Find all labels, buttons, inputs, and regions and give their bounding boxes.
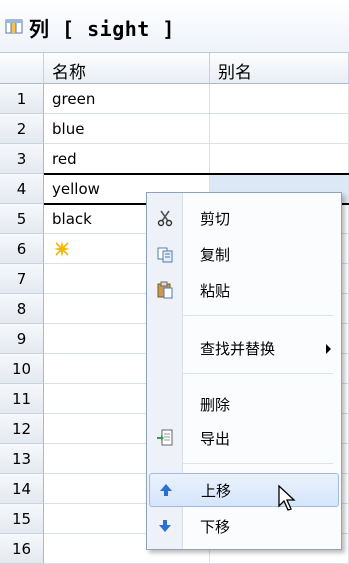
- row-number[interactable]: 3: [0, 144, 44, 174]
- active-row-border: [44, 173, 349, 175]
- menu-item-export[interactable]: 导出: [147, 421, 341, 455]
- menu-separator: [183, 463, 333, 464]
- row-number[interactable]: 12: [0, 414, 44, 444]
- menu-item-paste[interactable]: 粘贴: [147, 273, 341, 307]
- row-number[interactable]: 1: [0, 84, 44, 114]
- row-number[interactable]: 14: [0, 474, 44, 504]
- export-icon: [157, 429, 173, 446]
- row-number[interactable]: 15: [0, 504, 44, 534]
- row-number[interactable]: 16: [0, 534, 44, 564]
- cell-alias[interactable]: [210, 144, 349, 174]
- column-header-name[interactable]: 名称: [44, 53, 210, 84]
- submenu-arrow-icon: [326, 344, 331, 354]
- window-titlebar: 列 [ sight ]: [0, 0, 349, 53]
- arrow-down-icon: [159, 520, 171, 532]
- cell-alias[interactable]: [210, 84, 349, 114]
- row-number[interactable]: 8: [0, 294, 44, 324]
- row-number[interactable]: 4: [0, 174, 44, 204]
- scissors-icon: [157, 210, 173, 227]
- column-header-alias[interactable]: 别名: [210, 53, 349, 84]
- cell-name[interactable]: green: [44, 84, 210, 114]
- corner-header[interactable]: [0, 53, 44, 84]
- cell-alias[interactable]: [210, 114, 349, 144]
- menu-item-move-down[interactable]: 下移: [147, 509, 341, 543]
- row-number[interactable]: 9: [0, 324, 44, 354]
- menu-separator: [183, 315, 333, 316]
- row-number[interactable]: 5: [0, 204, 44, 234]
- menu-item-cut[interactable]: 剪切: [147, 201, 341, 235]
- copy-icon: [157, 247, 173, 263]
- window-title: 列 [ sight ]: [29, 17, 175, 41]
- context-menu: 剪切 复制 粘贴 查找并替换 删除 导出 上移 下移: [146, 192, 342, 550]
- menu-item-find-replace[interactable]: 查找并替换: [147, 331, 341, 365]
- menu-item-copy[interactable]: 复制: [147, 237, 341, 271]
- row-number[interactable]: 2: [0, 114, 44, 144]
- cell-name[interactable]: blue: [44, 114, 210, 144]
- table-column-icon: [5, 19, 23, 34]
- menu-separator: [183, 373, 333, 374]
- row-number[interactable]: 7: [0, 264, 44, 294]
- row-number[interactable]: 10: [0, 354, 44, 384]
- row-number[interactable]: 13: [0, 444, 44, 474]
- cell-name[interactable]: red: [44, 144, 210, 174]
- mouse-pointer-icon: [278, 484, 296, 511]
- menu-item-move-up[interactable]: 上移: [149, 473, 339, 507]
- paste-icon: [157, 281, 173, 299]
- sparkle-icon: [54, 241, 70, 257]
- arrow-up-icon: [160, 484, 172, 496]
- menu-item-delete[interactable]: 删除: [147, 387, 341, 421]
- row-number[interactable]: 6: [0, 234, 44, 264]
- row-number[interactable]: 11: [0, 384, 44, 414]
